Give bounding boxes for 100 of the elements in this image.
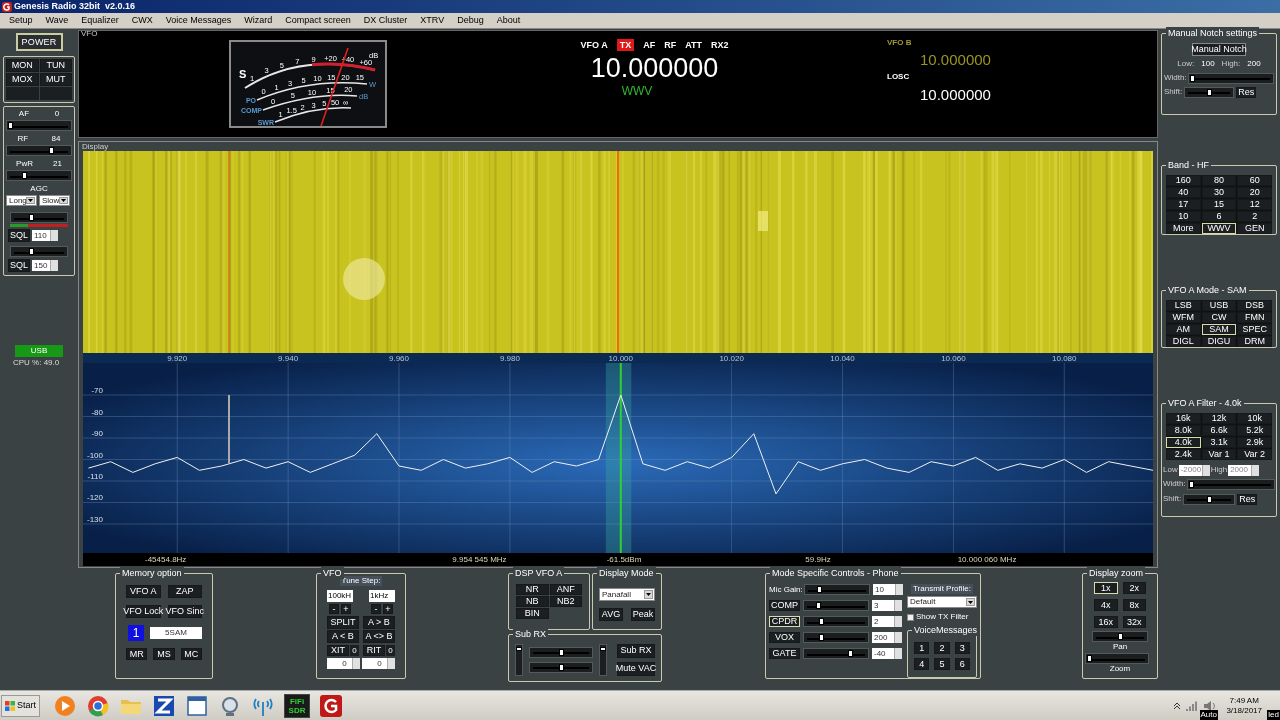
dsp-button[interactable]: NB xyxy=(516,596,549,607)
dropdown[interactable]: Long xyxy=(6,195,37,206)
filter-button[interactable]: 10k xyxy=(1237,413,1272,424)
slider-thumb[interactable] xyxy=(1087,655,1093,662)
dropdown[interactable]: Default xyxy=(907,596,977,608)
step-button[interactable]: - xyxy=(371,604,381,614)
vfo-button[interactable]: SPLIT xyxy=(327,616,359,629)
slider-thumb[interactable] xyxy=(818,634,824,641)
dropdown[interactable]: Panafall xyxy=(599,588,655,601)
toggle-button[interactable]: MUT xyxy=(39,73,72,86)
vfo-button[interactable]: A < B xyxy=(327,630,359,643)
memory-button[interactable]: ZAP xyxy=(167,585,202,598)
menu-item[interactable]: Wave xyxy=(45,16,69,25)
slider-thumb[interactable] xyxy=(8,122,14,129)
mode-button[interactable]: DIGL xyxy=(1166,336,1201,347)
zoom-button[interactable]: 2x xyxy=(1122,582,1146,594)
step-field[interactable]: 1kHz xyxy=(369,590,395,602)
window-icon[interactable] xyxy=(185,693,209,718)
slider-thumb[interactable] xyxy=(816,586,822,593)
toggle-button[interactable]: MOX xyxy=(6,73,39,86)
memory-button[interactable]: MC xyxy=(180,648,202,660)
slider-thumb[interactable] xyxy=(1206,495,1212,503)
menu-item[interactable]: Debug xyxy=(457,16,484,25)
offset-button[interactable]: XIT xyxy=(327,645,349,656)
squelch-button[interactable]: SQL xyxy=(8,229,30,242)
voice-message-button[interactable]: 4 xyxy=(914,658,930,670)
menu-item[interactable]: Compact screen xyxy=(285,16,351,25)
voice-message-button[interactable]: 2 xyxy=(934,642,950,654)
memory-button[interactable]: MR xyxy=(126,648,148,660)
slider[interactable] xyxy=(6,145,72,156)
toggle-button[interactable]: MON xyxy=(6,59,39,72)
mode-button[interactable]: AM xyxy=(1166,324,1201,335)
slider[interactable] xyxy=(599,643,607,676)
band-button[interactable]: 10 xyxy=(1166,211,1201,222)
slider[interactable] xyxy=(10,246,68,257)
slider[interactable] xyxy=(1085,653,1149,664)
dsp-button[interactable]: NR xyxy=(516,584,549,595)
spin-field[interactable]: 150 xyxy=(32,260,58,271)
slider[interactable] xyxy=(10,212,68,223)
zoom-button[interactable]: 32x xyxy=(1122,616,1146,628)
slider[interactable] xyxy=(1184,86,1235,98)
mode-button[interactable]: SPEC xyxy=(1237,324,1272,335)
band-button[interactable]: 40 xyxy=(1166,187,1201,198)
slider-thumb[interactable] xyxy=(49,147,55,154)
slider-thumb[interactable] xyxy=(1190,74,1196,82)
slider-thumb[interactable] xyxy=(818,618,824,625)
zoom-button[interactable]: 16x xyxy=(1094,616,1118,628)
dsp-button[interactable]: BIN xyxy=(516,608,549,619)
filter-button[interactable]: 2.4k xyxy=(1166,449,1201,460)
app-logo-icon[interactable] xyxy=(319,693,343,718)
band-button[interactable]: GEN xyxy=(1237,223,1272,234)
band-button[interactable]: 160 xyxy=(1166,175,1201,186)
step-field[interactable]: 100kH xyxy=(327,590,353,602)
voice-message-button[interactable]: 1 xyxy=(914,642,930,654)
menu-item[interactable]: Wizard xyxy=(244,16,273,25)
menu-item[interactable]: About xyxy=(496,16,521,25)
res-button[interactable]: Res xyxy=(1237,493,1258,505)
slider-thumb[interactable] xyxy=(1189,480,1195,488)
slider[interactable] xyxy=(1092,631,1148,642)
menu-item[interactable]: DX Cluster xyxy=(363,16,408,25)
filter-button[interactable]: Var 1 xyxy=(1201,449,1237,460)
slider[interactable] xyxy=(804,584,870,595)
start-button[interactable]: Start xyxy=(1,694,40,717)
step-button[interactable]: + xyxy=(383,604,393,614)
offset-button[interactable]: RIT xyxy=(363,645,385,656)
filter-button[interactable]: 4.0k xyxy=(1166,437,1201,448)
slider[interactable] xyxy=(803,648,869,659)
spin-field[interactable]: 0 xyxy=(327,658,360,669)
display-mode-button[interactable]: Peak xyxy=(631,608,655,621)
caret-icon[interactable] xyxy=(61,199,66,202)
voice-message-button[interactable]: 3 xyxy=(954,642,970,654)
slider[interactable] xyxy=(529,646,593,658)
control-button[interactable]: CPDR xyxy=(769,616,800,627)
filter-button[interactable]: 6.6k xyxy=(1201,425,1237,436)
band-button[interactable]: 30 xyxy=(1201,187,1237,198)
display-mode-button[interactable]: AVG xyxy=(599,608,623,621)
mode-button[interactable]: DRM xyxy=(1237,336,1272,347)
slider[interactable] xyxy=(6,170,72,181)
spin-field[interactable]: 2000 xyxy=(1228,464,1260,476)
slider-thumb[interactable] xyxy=(1206,88,1212,96)
spin-field[interactable]: -2000 xyxy=(1178,464,1210,476)
menu-item[interactable]: Setup xyxy=(9,16,33,25)
slider-thumb[interactable] xyxy=(848,650,854,657)
spin-field[interactable]: 0 xyxy=(362,658,395,669)
band-button[interactable]: 20 xyxy=(1237,187,1272,198)
spin-field[interactable]: 110 xyxy=(32,230,58,241)
band-button[interactable]: 15 xyxy=(1201,199,1237,210)
mode-button[interactable]: SAM xyxy=(1201,324,1237,335)
slider-thumb[interactable] xyxy=(600,647,606,652)
slider-thumb[interactable] xyxy=(28,214,34,221)
chevron-up-icon[interactable] xyxy=(1174,702,1181,709)
squelch-button[interactable]: SQL xyxy=(8,259,30,272)
spin-field[interactable]: 2 xyxy=(872,616,902,627)
dropdown[interactable]: Slow xyxy=(39,195,70,206)
spin-field[interactable]: 200 xyxy=(872,632,902,643)
signal-icon[interactable] xyxy=(1186,700,1199,711)
memory-button[interactable]: MS xyxy=(153,648,175,660)
band-button[interactable]: 60 xyxy=(1237,175,1272,186)
band-button[interactable]: 17 xyxy=(1166,199,1201,210)
slider[interactable] xyxy=(515,643,523,676)
